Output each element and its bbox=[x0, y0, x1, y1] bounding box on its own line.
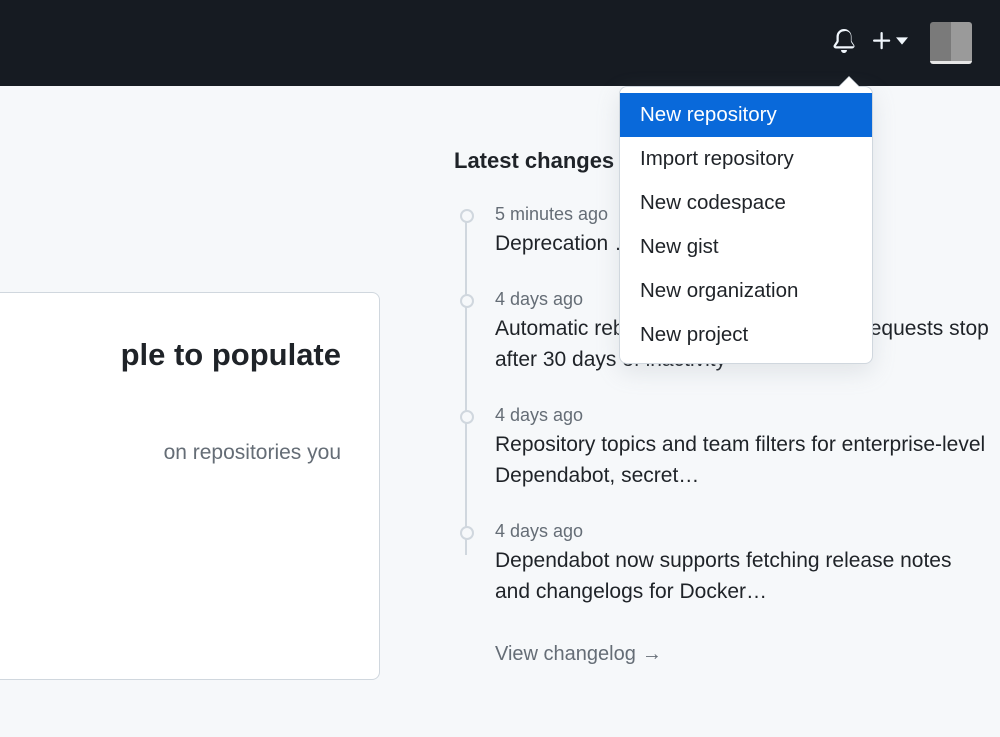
plus-icon bbox=[870, 29, 894, 58]
dropdown-item-new-gist[interactable]: New gist bbox=[620, 225, 872, 269]
dropdown-item-new-repository[interactable]: New repository bbox=[620, 93, 872, 137]
changelog-time: 4 days ago bbox=[495, 405, 990, 426]
changelog-time: 4 days ago bbox=[495, 521, 990, 542]
dropdown-item-new-codespace[interactable]: New codespace bbox=[620, 181, 872, 225]
dropdown-item-new-organization[interactable]: New organization bbox=[620, 269, 872, 313]
dropdown-item-new-project[interactable]: New project bbox=[620, 313, 872, 357]
view-changelog-link[interactable]: View changelog → bbox=[495, 643, 662, 666]
create-new-menu-button[interactable] bbox=[870, 29, 908, 58]
feed-empty-card: ple to populate on repositories you bbox=[0, 292, 380, 680]
feed-empty-subtext: on repositories you bbox=[0, 437, 341, 469]
feed-empty-heading: ple to populate bbox=[0, 335, 341, 375]
arrow-right-icon: → bbox=[642, 643, 662, 666]
create-new-dropdown: New repository Import repository New cod… bbox=[619, 86, 873, 364]
changelog-link[interactable]: Repository topics and team filters for e… bbox=[495, 430, 990, 491]
user-avatar[interactable] bbox=[930, 22, 972, 64]
changelog-item: 4 days ago Dependabot now supports fetch… bbox=[495, 521, 990, 607]
global-header bbox=[0, 0, 1000, 86]
feed-column: ple to populate on repositories you s yo… bbox=[0, 86, 432, 737]
changelog-link[interactable]: Dependabot now supports fetching release… bbox=[495, 546, 990, 607]
dropdown-item-import-repository[interactable]: Import repository bbox=[620, 137, 872, 181]
changelog-item: 4 days ago Repository topics and team fi… bbox=[495, 405, 990, 491]
notifications-button[interactable] bbox=[824, 23, 864, 63]
caret-down-icon bbox=[894, 34, 908, 52]
bell-icon bbox=[832, 29, 856, 58]
